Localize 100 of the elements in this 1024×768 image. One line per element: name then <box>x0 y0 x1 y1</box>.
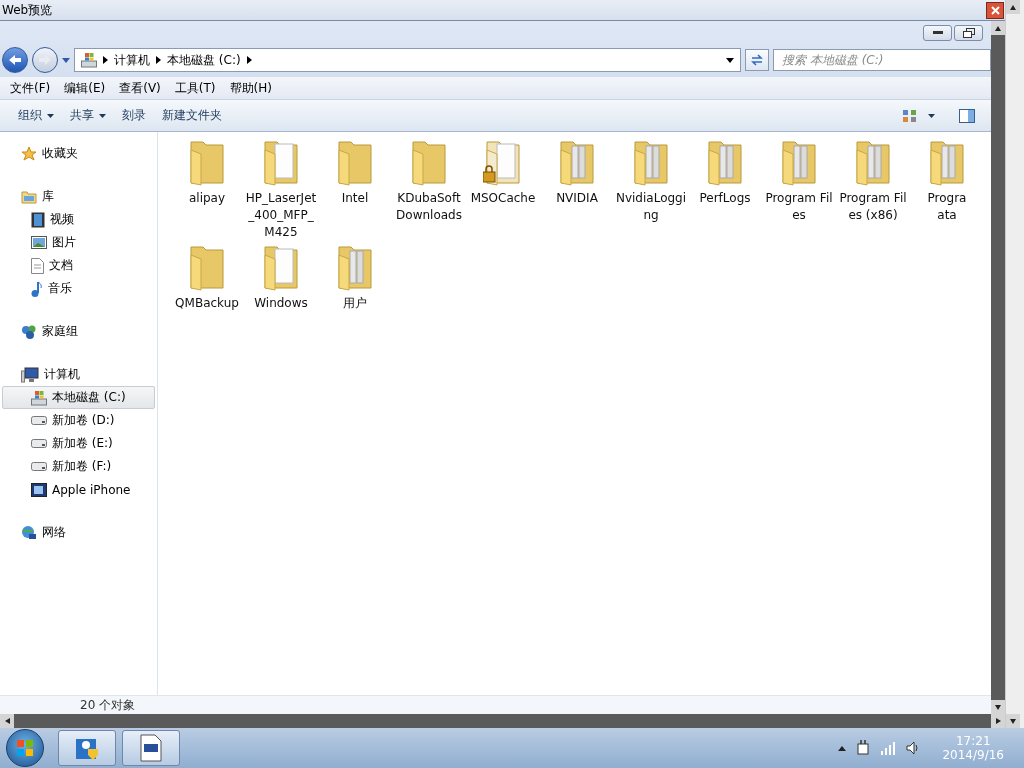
network-icon <box>21 524 37 541</box>
forward-button[interactable] <box>32 47 58 73</box>
folder-name[interactable]: NvidiaLogging <box>615 190 687 224</box>
drive-icon <box>31 439 47 448</box>
nav-item[interactable]: 新加卷 (E:) <box>2 432 155 455</box>
nav-item[interactable]: 家庭组 <box>2 320 155 343</box>
drive-icon <box>31 389 47 406</box>
document-icon <box>31 257 44 274</box>
window-title: Web预览 <box>1 1 53 19</box>
refresh-button[interactable] <box>745 49 769 71</box>
dropdown-arrow-icon[interactable] <box>928 113 935 118</box>
arrow-right-icon <box>38 54 52 66</box>
folder-name[interactable]: QMBackup <box>171 295 243 312</box>
folder-name[interactable]: MSOCache <box>467 190 539 207</box>
document-icon <box>140 734 162 762</box>
folder-name[interactable]: NVIDIA <box>541 190 613 207</box>
nav-item[interactable]: 计算机 <box>2 363 155 386</box>
view-options-icon[interactable] <box>902 108 918 123</box>
nav-item[interactable]: 文档 <box>2 254 155 277</box>
toolbar-button[interactable]: 共享 <box>62 107 114 124</box>
scroll-arrow-button[interactable] <box>1006 714 1020 728</box>
nav-item[interactable]: 收藏夹 <box>2 142 155 165</box>
chevron-right-icon[interactable] <box>156 56 161 64</box>
toolbar-button[interactable]: 组织 <box>10 107 62 124</box>
nav-item[interactable]: 库 <box>2 185 155 208</box>
picture-icon <box>31 236 47 249</box>
music-note-icon <box>31 280 43 297</box>
triangle-left-icon <box>3 717 11 725</box>
folder-name[interactable]: Program Files (x86) <box>837 190 909 224</box>
library-icon <box>21 189 37 204</box>
scroll-arrow-button[interactable] <box>991 700 1005 714</box>
menu-item[interactable]: 工具(T) <box>168 79 222 97</box>
taskbar-button[interactable] <box>122 730 180 766</box>
scroll-arrow-button[interactable] <box>0 714 14 728</box>
nav-item[interactable]: 图片 <box>2 231 155 254</box>
dropdown-arrow-icon <box>47 113 54 118</box>
nav-item[interactable]: 新加卷 (F:) <box>2 455 155 478</box>
scroll-arrow-button[interactable] <box>991 21 1005 35</box>
menu-item[interactable]: 编辑(E) <box>58 79 112 97</box>
film-icon <box>31 211 45 228</box>
drive-icon <box>31 416 47 425</box>
outer-scrollbar[interactable] <box>1005 0 1024 728</box>
toolbar-button[interactable]: 刻录 <box>114 107 154 124</box>
nav-item[interactable]: 音乐 <box>2 277 155 300</box>
folder-name[interactable]: Windows <box>245 295 317 312</box>
homegroup-icon <box>21 323 37 340</box>
scroll-arrow-button[interactable] <box>1006 0 1020 14</box>
address-bar[interactable]: 计算机 本地磁盘 (C:) <box>74 48 741 72</box>
folder-name[interactable]: 用户 <box>319 295 391 312</box>
power-plug-icon[interactable] <box>856 740 871 756</box>
drive-icon <box>81 52 97 68</box>
computer-icon <box>21 366 39 383</box>
toolbar-button[interactable]: 新建文件夹 <box>154 107 230 124</box>
dropdown-arrow-icon[interactable] <box>726 57 734 63</box>
close-button[interactable] <box>986 1 1004 19</box>
chevron-right-icon[interactable] <box>246 56 252 64</box>
folder-name[interactable]: KDubaSoftDownloads <box>393 190 465 224</box>
refresh-icon <box>750 54 764 66</box>
minimize-button[interactable] <box>923 25 952 41</box>
vertical-scrollbar[interactable] <box>991 21 1005 714</box>
item-count: 20 个对象 <box>80 697 136 714</box>
folder-name[interactable]: alipay <box>171 190 243 207</box>
menu-item[interactable]: 帮助(H) <box>223 79 278 97</box>
arrow-left-icon <box>8 54 22 66</box>
nav-item[interactable]: 本地磁盘 (C:) <box>2 386 155 409</box>
nav-item[interactable]: 视频 <box>2 208 155 231</box>
folder-name[interactable]: PerfLogs <box>689 190 761 207</box>
breadcrumb[interactable]: 本地磁盘 (C:) <box>167 51 241 69</box>
restore-button[interactable] <box>954 25 983 41</box>
chevron-right-icon[interactable] <box>103 56 108 64</box>
star-icon <box>21 145 37 162</box>
chevron-up-icon[interactable] <box>838 745 847 751</box>
nav-item[interactable]: Apple iPhone <box>2 478 155 501</box>
minimize-icon <box>932 31 943 35</box>
folder-name[interactable]: HP_LaserJet_400_MFP_M425 <box>245 190 317 241</box>
breadcrumb[interactable]: 计算机 <box>114 51 150 69</box>
restore-icon <box>962 28 975 38</box>
folder-name[interactable]: Intel <box>319 190 391 207</box>
search-field[interactable]: 搜索 本地磁盘 (C:) <box>773 49 991 71</box>
device-icon <box>31 482 47 497</box>
folder-with-papers-icon[interactable] <box>483 138 523 186</box>
start-button[interactable] <box>6 729 44 767</box>
folder-name[interactable]: Program Files <box>763 190 835 224</box>
triangle-up-icon <box>1009 3 1017 11</box>
menu-item[interactable]: 文件(F) <box>4 79 57 97</box>
preview-pane-icon[interactable] <box>959 108 975 123</box>
taskbar-button[interactable] <box>58 730 116 766</box>
triangle-right-icon <box>994 717 1002 725</box>
scroll-arrow-button[interactable] <box>991 714 1005 728</box>
horizontal-scrollbar[interactable] <box>0 714 1005 728</box>
windows-logo-icon <box>16 739 34 757</box>
nav-item[interactable]: 新加卷 (D:) <box>2 409 155 432</box>
menu-item[interactable]: 查看(V) <box>113 79 167 97</box>
dropdown-arrow-icon <box>99 113 106 118</box>
triangle-up-icon <box>994 24 1002 32</box>
back-button[interactable] <box>2 47 28 73</box>
speaker-icon[interactable] <box>906 741 921 755</box>
close-icon <box>990 5 1000 15</box>
folder-name[interactable]: Progra ata <box>911 190 983 224</box>
nav-item[interactable]: 网络 <box>2 521 155 544</box>
